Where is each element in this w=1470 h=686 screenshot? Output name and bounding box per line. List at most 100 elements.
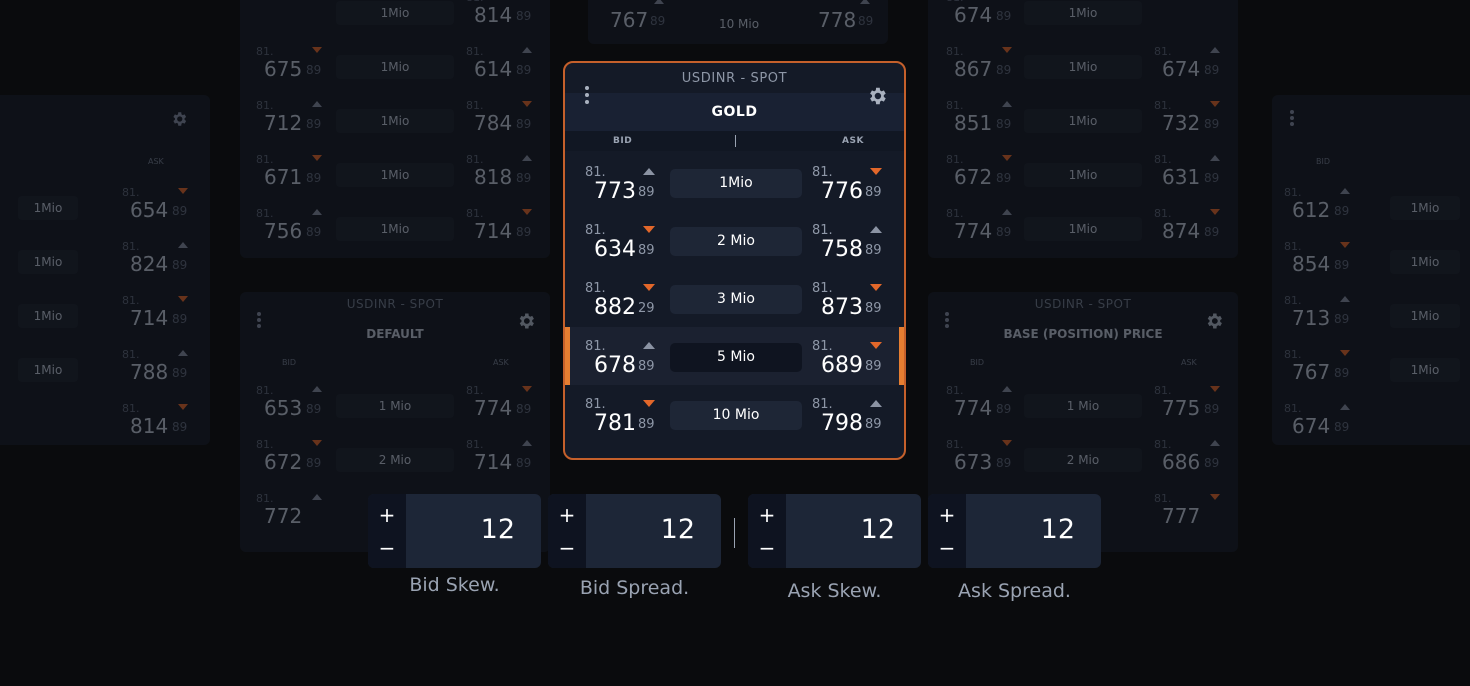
bg-bid-small: 89 — [306, 117, 322, 131]
ask-price[interactable]: 873 — [821, 295, 863, 320]
plus-icon[interactable]: + — [758, 505, 776, 525]
bid-price[interactable]: 882 — [594, 295, 636, 320]
bg-ask-small: 89 — [172, 312, 188, 326]
quote-row: 81. 678 89 5 Mio 81. 689 89 — [565, 327, 904, 385]
menu-icon — [257, 312, 261, 330]
plus-icon[interactable]: + — [938, 505, 956, 525]
bg-down-arrow-icon — [312, 440, 322, 446]
plus-icon[interactable]: + — [558, 505, 576, 525]
bid-spread-control: + −12 Bid Spread. — [548, 494, 721, 599]
bg-down-arrow-icon — [1210, 101, 1220, 107]
bg-down-arrow-icon — [312, 47, 322, 53]
bg-ask-value: 778 — [818, 8, 857, 32]
bg-down-arrow-icon — [178, 188, 188, 194]
bg-quote-row: 81. 672 89 1Mio 81. 631 89 — [928, 147, 1238, 201]
minus-icon[interactable]: − — [558, 538, 576, 558]
bg-up-arrow-icon — [1002, 386, 1012, 392]
ask-price[interactable]: 689 — [821, 353, 863, 378]
bg-up-arrow-icon — [1002, 101, 1012, 107]
bg-ask-value: 818 — [474, 165, 513, 189]
menu-icon — [945, 312, 949, 330]
bg-qty: 1Mio — [1390, 304, 1460, 328]
bg-bid-header: BID — [1316, 157, 1331, 166]
ask-price[interactable]: 798 — [821, 411, 863, 436]
bid-skew-stepper[interactable]: + − 12 — [368, 494, 541, 568]
bg-tile-far-left: ASK 1Mio 81. 654 89 1Mio 81. 824 89 1Mio 81. 714 89… — [0, 95, 210, 445]
bg-down-arrow-icon — [178, 296, 188, 302]
minus-icon[interactable]: − — [378, 538, 396, 558]
quantity-button[interactable]: 2 Mio — [670, 227, 802, 256]
bg-quote-row: 81. 674 89 — [1272, 396, 1470, 450]
bg-bid-small: 89 — [306, 63, 322, 77]
bg-tile-top-left: 1Mio81.8148981.675891Mio81.6148981.71289… — [240, 0, 550, 258]
bg-bid-value: 867 — [954, 57, 993, 81]
bg-down-arrow-icon — [1340, 350, 1350, 356]
quantity-button[interactable]: 1Mio — [670, 169, 802, 198]
minus-icon[interactable]: − — [758, 538, 776, 558]
gear-icon[interactable] — [866, 85, 888, 107]
bg-bid-small: 89 — [1334, 258, 1350, 272]
bid-price[interactable]: 773 — [594, 179, 636, 204]
bid-spread-value[interactable]: 12 — [661, 514, 695, 545]
bg-ask-header: ASK — [493, 358, 509, 367]
bid-price-pips: 29 — [638, 301, 655, 316]
bg-quote-row: 81.674891Mio — [928, 0, 1238, 39]
profile-name[interactable]: GOLD — [565, 93, 904, 131]
bid-price-prefix: 81. — [585, 165, 606, 180]
ask-price[interactable]: 776 — [821, 179, 863, 204]
ask-skew-label: Ask Skew. — [787, 580, 882, 602]
bg-quote-row: 81. 851 89 1Mio 81. 732 89 — [928, 93, 1238, 147]
bg-bid-small: 89 — [996, 456, 1012, 470]
bg-up-arrow-icon — [1340, 188, 1350, 194]
menu-icon[interactable] — [583, 86, 591, 108]
bg-bid-small: 89 — [996, 225, 1012, 239]
bg-tile-title: USDINR - SPOT — [346, 297, 444, 311]
quantity-button[interactable]: 10 Mio — [670, 401, 802, 430]
ask-spread-value[interactable]: 12 — [1041, 514, 1075, 545]
bg-qty: 1Mio — [1390, 358, 1460, 382]
gear-icon — [1204, 311, 1222, 329]
bg-ask-small: 89 — [1204, 402, 1220, 416]
bg-ask-small: 89 — [516, 171, 532, 185]
bg-ask-small: 89 — [172, 420, 188, 434]
stepper-buttons: + − — [548, 494, 586, 568]
bg-ask-small: 89 — [172, 366, 188, 380]
bg-bid-header: BID — [282, 358, 297, 367]
minus-icon[interactable]: − — [938, 538, 956, 558]
bg-ask-header: ASK — [148, 157, 164, 166]
bid-price[interactable]: 634 — [594, 237, 636, 262]
bid-price[interactable]: 678 — [594, 353, 636, 378]
bg-ask-value: 614 — [474, 57, 513, 81]
bid-down-arrow-icon — [643, 284, 655, 291]
ask-price[interactable]: 758 — [821, 237, 863, 262]
bg-qty: 1Mio — [1024, 55, 1142, 79]
bg-bid-value: 713 — [1292, 306, 1331, 330]
ask-skew-stepper[interactable]: + − 12 — [748, 494, 921, 568]
bid-spread-label: Bid Spread. — [579, 577, 690, 599]
ask-skew-value[interactable]: 12 — [861, 514, 895, 545]
bid-down-arrow-icon — [643, 226, 655, 233]
bg-tile-far-right: BID 81. 612 89 1Mio 81. 854 89 1Mio 81. 713 89 1Mio… — [1272, 95, 1470, 445]
bg-bid-small: 89 — [650, 14, 666, 28]
bg-bid-value: 772 — [264, 504, 303, 528]
plus-icon[interactable]: + — [378, 505, 396, 525]
ask-price-pips: 89 — [865, 359, 882, 374]
bid-spread-stepper[interactable]: + −12 — [548, 494, 721, 568]
bg-down-arrow-icon — [1210, 494, 1220, 500]
ask-spread-stepper[interactable]: + − 12 — [928, 494, 1101, 568]
bid-price[interactable]: 781 — [594, 411, 636, 436]
bid-skew-control: + −12 Bid Skew. — [368, 494, 541, 596]
bg-bid-value: 671 — [264, 165, 303, 189]
quote-row: 81. 882 29 3 Mio 81. 873 89 — [565, 269, 904, 327]
bg-ask-value: 674 — [1162, 57, 1201, 81]
bg-bid-small: 89 — [306, 456, 322, 470]
bg-quote-row: 1Mio81.81489 — [240, 0, 550, 39]
ask-header: ASK — [842, 136, 864, 146]
quantity-button[interactable]: 5 Mio — [670, 343, 802, 372]
bg-ask-small: 89 — [516, 225, 532, 239]
bg-bid-value: 673 — [954, 450, 993, 474]
bg-qty: 1Mio — [336, 163, 454, 187]
bid-skew-value[interactable]: 12 — [481, 514, 515, 545]
bg-bid-small: 89 — [1334, 366, 1350, 380]
quantity-button[interactable]: 3 Mio — [670, 285, 802, 314]
